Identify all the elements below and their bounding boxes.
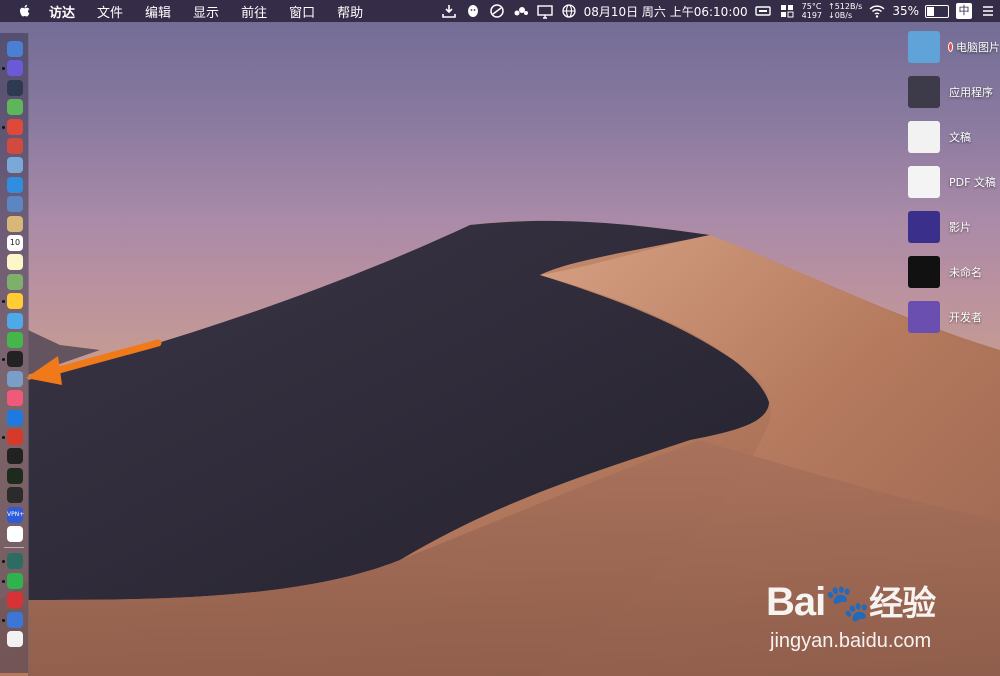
watermark-url: jingyan.baidu.com bbox=[770, 630, 932, 652]
baidu-watermark: Bai🐾经验 jingyan.baidu.com bbox=[766, 566, 996, 658]
watermark-logo: Bai🐾经验 bbox=[766, 580, 936, 624]
